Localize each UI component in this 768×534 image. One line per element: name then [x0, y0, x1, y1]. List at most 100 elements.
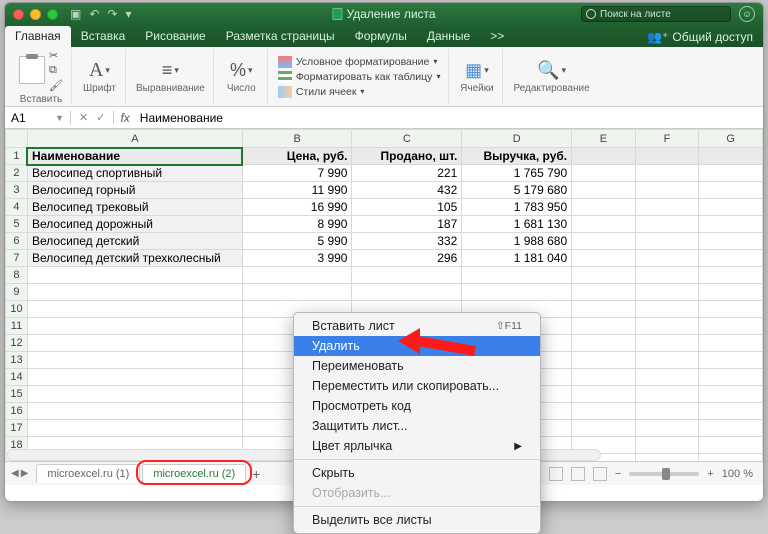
cell[interactable]: 105	[352, 199, 462, 216]
cell[interactable]	[635, 148, 699, 165]
cell[interactable]	[699, 403, 763, 420]
cell[interactable]	[572, 352, 636, 369]
cell[interactable]	[699, 318, 763, 335]
cell[interactable]: 5 179 680	[462, 182, 572, 199]
col-header[interactable]: F	[635, 130, 699, 148]
cell[interactable]	[699, 148, 763, 165]
cell[interactable]	[27, 335, 242, 352]
tab-draw[interactable]: Рисование	[135, 26, 215, 47]
cell[interactable]: 1 783 950	[462, 199, 572, 216]
cell[interactable]	[699, 301, 763, 318]
cell[interactable]	[699, 386, 763, 403]
page-break-view-icon[interactable]	[593, 467, 607, 481]
cell[interactable]: 1 181 040	[462, 250, 572, 267]
page-layout-view-icon[interactable]	[571, 467, 585, 481]
cell[interactable]	[635, 318, 699, 335]
cell[interactable]: Велосипед детский трехколесный	[27, 250, 242, 267]
cell[interactable]	[699, 182, 763, 199]
col-header[interactable]: C	[352, 130, 462, 148]
search-input[interactable]: Поиск на листе	[581, 6, 731, 22]
cell[interactable]: Продано, шт.	[352, 148, 462, 165]
tab-more[interactable]: >>	[480, 26, 514, 47]
sheet-tab-1[interactable]: microexcel.ru (1)	[36, 464, 140, 483]
row-header[interactable]: 13	[6, 352, 28, 369]
menu-move-copy-sheet[interactable]: Переместить или скопировать...	[294, 376, 540, 396]
cell[interactable]	[635, 233, 699, 250]
save-icon[interactable]: ▣	[70, 7, 81, 21]
sheet-tab-2[interactable]: microexcel.ru (2)	[142, 464, 246, 483]
row-header[interactable]: 4	[6, 199, 28, 216]
formula-value[interactable]: Наименование	[136, 111, 227, 125]
menu-rename-sheet[interactable]: Переименовать	[294, 356, 540, 376]
qat-menu-icon[interactable]: ▾	[125, 7, 131, 21]
redo-icon[interactable]: ↷	[107, 7, 117, 21]
cell[interactable]	[242, 284, 352, 301]
row-header[interactable]: 8	[6, 267, 28, 284]
cell[interactable]: 187	[352, 216, 462, 233]
undo-icon[interactable]: ↶	[89, 7, 99, 21]
cell[interactable]	[572, 403, 636, 420]
accept-formula-icon[interactable]: ✓	[96, 111, 105, 124]
cell[interactable]	[699, 420, 763, 437]
cell[interactable]: Велосипед трековый	[27, 199, 242, 216]
row-header[interactable]: 7	[6, 250, 28, 267]
cell[interactable]	[635, 216, 699, 233]
cell[interactable]	[699, 233, 763, 250]
cell[interactable]	[699, 352, 763, 369]
row-header[interactable]: 3	[6, 182, 28, 199]
row-header[interactable]: 1	[6, 148, 28, 165]
cell[interactable]: 8 990	[242, 216, 352, 233]
cell[interactable]	[699, 284, 763, 301]
close-window-icon[interactable]	[13, 9, 24, 20]
cell[interactable]: 1 681 130	[462, 216, 572, 233]
zoom-out-button[interactable]: −	[615, 468, 621, 480]
cell[interactable]	[27, 403, 242, 420]
cell[interactable]	[699, 335, 763, 352]
cell[interactable]	[352, 267, 462, 284]
group-cells[interactable]: ▦▾ Ячейки	[451, 49, 503, 104]
zoom-window-icon[interactable]	[47, 9, 58, 20]
row-header[interactable]: 6	[6, 233, 28, 250]
cell[interactable]: 332	[352, 233, 462, 250]
user-account-icon[interactable]: ☺	[739, 6, 755, 22]
cell-styles-button[interactable]: Стили ячеек ▾	[278, 86, 441, 98]
cell[interactable]	[242, 267, 352, 284]
cell[interactable]	[635, 386, 699, 403]
row-header[interactable]: 10	[6, 301, 28, 318]
cell[interactable]: Велосипед дорожный	[27, 216, 242, 233]
cell[interactable]	[572, 420, 636, 437]
cell[interactable]	[462, 267, 572, 284]
cell[interactable]	[27, 318, 242, 335]
cell[interactable]	[635, 369, 699, 386]
paste-icon[interactable]	[19, 56, 45, 84]
row-header[interactable]: 12	[6, 335, 28, 352]
row-header[interactable]: 17	[6, 420, 28, 437]
cell[interactable]: Цена, руб.	[242, 148, 352, 165]
minimize-window-icon[interactable]	[30, 9, 41, 20]
cell[interactable]	[572, 386, 636, 403]
cell[interactable]	[27, 369, 242, 386]
cell[interactable]	[635, 267, 699, 284]
cell[interactable]	[699, 199, 763, 216]
cell[interactable]: 1 988 680	[462, 233, 572, 250]
group-editing[interactable]: 🔍▾ Редактирование	[505, 49, 597, 104]
cell[interactable]: 5 990	[242, 233, 352, 250]
cell[interactable]: 296	[352, 250, 462, 267]
cell[interactable]: 11 990	[242, 182, 352, 199]
row-header[interactable]: 5	[6, 216, 28, 233]
sheet-nav[interactable]: ◀▶	[5, 468, 34, 479]
cell[interactable]: Велосипед горный	[27, 182, 242, 199]
cut-icon[interactable]: ✂	[49, 49, 63, 62]
zoom-slider[interactable]	[629, 472, 699, 476]
share-button[interactable]: 👥⁺Общий доступ	[647, 30, 753, 47]
tab-home[interactable]: Главная	[5, 26, 71, 47]
zoom-level[interactable]: 100 %	[722, 468, 753, 480]
cell[interactable]	[572, 216, 636, 233]
zoom-in-button[interactable]: +	[707, 468, 713, 480]
menu-protect-sheet[interactable]: Защитить лист...	[294, 416, 540, 436]
cell[interactable]	[699, 165, 763, 182]
menu-hide-sheet[interactable]: Скрыть	[294, 463, 540, 483]
cell[interactable]	[635, 352, 699, 369]
tab-page-layout[interactable]: Разметка страницы	[216, 26, 345, 47]
cell[interactable]	[635, 199, 699, 216]
